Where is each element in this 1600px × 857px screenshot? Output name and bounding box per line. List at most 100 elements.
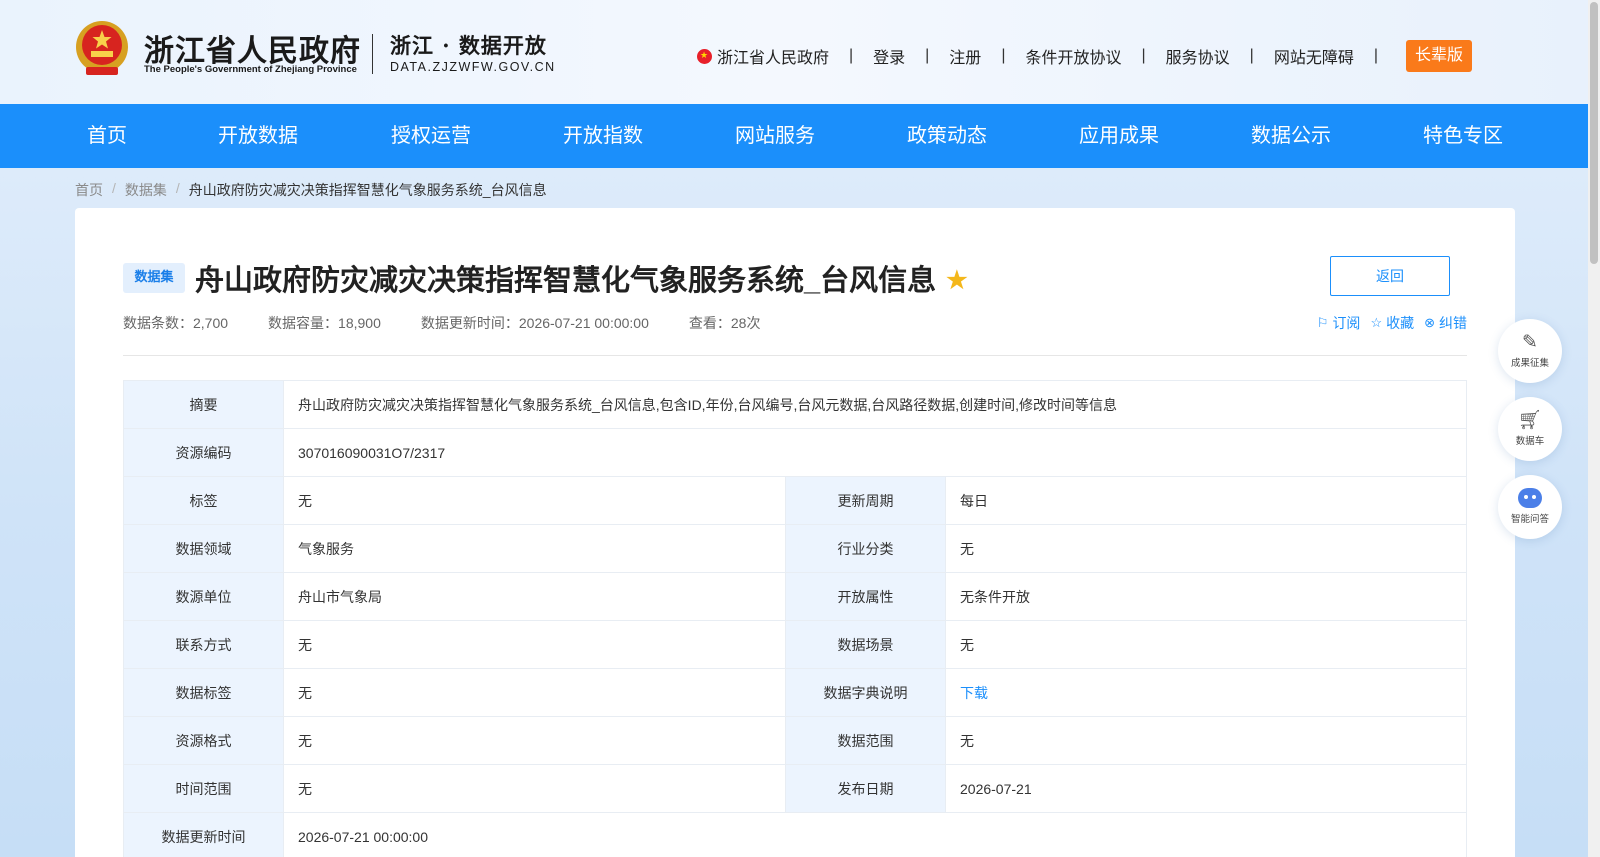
resource-code-label: 资源编码 (123, 428, 284, 477)
table-row: 时间范围 无 发布日期 2026-07-21 (123, 764, 1467, 813)
meta-update-time: 数据更新时间：2026-07-21 00:00:00 (420, 315, 649, 331)
register-link[interactable]: 注册 (949, 44, 981, 68)
table-row: 资源编码 307016090031O7/2317 (123, 428, 1467, 477)
smart-qa-label: 智能问答 (1510, 514, 1549, 525)
meta-record-count: 数据条数：2,700 (123, 315, 229, 331)
dataset-actions: ⚐ 订阅 ☆ 收藏 ⊗ 纠错 (1307, 313, 1467, 333)
nav-item-data-publicity[interactable]: 数据公示 (1251, 104, 1331, 168)
subscribe-label: 订阅 (1332, 315, 1361, 331)
table-row: 标签 无 更新周期 每日 (123, 476, 1467, 525)
separator: | (925, 47, 930, 64)
breadcrumb-home[interactable]: 首页 (75, 180, 103, 200)
meta-view-count: 查看：28次 (688, 315, 761, 331)
publish-date-value: 2026-07-21 (945, 764, 1467, 813)
dataset-info-table: 摘要 舟山政府防灾减灾决策指挥智慧化气象服务系统_台风信息,包含ID,年份,台风… (123, 380, 1467, 857)
resource-format-value: 无 (283, 716, 786, 765)
nav-item-policy-news[interactable]: 政策动态 (907, 104, 987, 168)
smart-qa-button[interactable]: 智能问答 (1498, 475, 1562, 539)
data-tag-label: 数据标签 (123, 668, 284, 717)
bookmark-icon: ⚐ (1316, 315, 1329, 330)
table-row: 联系方式 无 数据场景 无 (123, 620, 1467, 669)
accessibility-link[interactable]: 网站无障碍 (1274, 44, 1354, 68)
nav-item-open-index[interactable]: 开放指数 (563, 104, 643, 168)
achievement-collect-button[interactable]: ✎ 成果征集 (1498, 319, 1562, 383)
achievement-collect-label: 成果征集 (1510, 358, 1549, 369)
source-unit-label: 数源单位 (123, 572, 284, 621)
report-error-label: 纠错 (1439, 315, 1467, 331)
star-outline-icon: ☆ (1370, 315, 1383, 330)
breadcrumb-separator: / (112, 180, 116, 196)
table-row: 数据标签 无 数据字典说明 下载 (123, 668, 1467, 717)
page-title: 舟山政府防灾减灾决策指挥智慧化气象服务系统_台风信息 ★ (195, 257, 968, 299)
nav-item-applications[interactable]: 应用成果 (1079, 104, 1159, 168)
robot-icon (1498, 486, 1562, 510)
login-link[interactable]: 登录 (873, 44, 905, 68)
data-range-value: 无 (945, 716, 1467, 765)
data-domain-label: 数据领域 (123, 524, 284, 573)
section-divider (123, 355, 1467, 356)
breadcrumb: 首页 / 数据集 / 舟山政府防灾减灾决策指挥智慧化气象服务系统_台风信息 (75, 180, 547, 200)
time-range-value: 无 (283, 764, 786, 813)
data-range-label: 数据范围 (785, 716, 946, 765)
update-cycle-label: 更新周期 (785, 476, 946, 525)
dictionary-download-link[interactable]: 下载 (960, 685, 988, 701)
source-unit-value: 舟山市气象局 (283, 572, 786, 621)
meta-data-volume: 数据容量：18,900 (268, 315, 381, 331)
contact-label: 联系方式 (123, 620, 284, 669)
nav-item-home[interactable]: 首页 (87, 104, 127, 168)
update-cycle-value: 每日 (945, 476, 1467, 525)
back-button[interactable]: 返回 (1330, 256, 1450, 296)
nav-item-featured-zone[interactable]: 特色专区 (1423, 104, 1503, 168)
tag-label: 标签 (123, 476, 284, 525)
cart-icon: 🛒︎ (1517, 409, 1543, 431)
data-scenario-value: 无 (945, 620, 1467, 669)
site-logo-subtitle: The People's Government of Zhejiang Prov… (144, 64, 357, 75)
page-scrollbar[interactable] (1588, 0, 1600, 857)
data-cart-label: 数据车 (1515, 436, 1545, 447)
breadcrumb-dataset[interactable]: 数据集 (125, 180, 167, 200)
table-row: 数源单位 舟山市气象局 开放属性 无条件开放 (123, 572, 1467, 621)
edit-document-icon: ✎ (1522, 331, 1538, 353)
data-scenario-label: 数据场景 (785, 620, 946, 669)
elder-mode-button[interactable]: 长辈版 (1405, 40, 1472, 72)
table-row: 摘要 舟山政府防灾减灾决策指挥智慧化气象服务系统_台风信息,包含ID,年份,台风… (123, 380, 1467, 429)
favorite-label: 收藏 (1386, 315, 1415, 331)
service-agreement-link[interactable]: 服务协议 (1166, 44, 1230, 68)
gov-link[interactable]: 浙江省人民政府 (696, 44, 829, 68)
publish-date-label: 发布日期 (785, 764, 946, 813)
separator: | (1001, 47, 1006, 64)
favorite-button[interactable]: ☆ 收藏 (1370, 313, 1414, 333)
resource-format-label: 资源格式 (123, 716, 284, 765)
nav-item-open-data[interactable]: 开放数据 (218, 104, 298, 168)
summary-label: 摘要 (123, 380, 284, 429)
open-attribute-label: 开放属性 (785, 572, 946, 621)
data-domain-value: 气象服务 (283, 524, 786, 573)
open-attribute-value: 无条件开放 (945, 572, 1467, 621)
report-error-button[interactable]: ⊗ 纠错 (1424, 313, 1467, 333)
breadcrumb-separator: / (175, 180, 180, 196)
breadcrumb-current: 舟山政府防灾减灾决策指挥智慧化气象服务系统_台风信息 (188, 182, 547, 198)
star-icon: ★ (946, 267, 968, 294)
table-row: 数据领域 气象服务 行业分类 无 (123, 524, 1467, 573)
dictionary-value: 下载 (945, 668, 1467, 717)
update-time-label: 数据更新时间 (123, 812, 284, 857)
contact-value: 无 (283, 620, 786, 669)
scrollbar-thumb[interactable] (1590, 2, 1598, 264)
nav-item-authorized-operation[interactable]: 授权运营 (391, 104, 471, 168)
separator: | (1373, 47, 1378, 64)
location-pin-icon (696, 48, 712, 64)
industry-label: 行业分类 (785, 524, 946, 573)
time-range-label: 时间范围 (123, 764, 284, 813)
dataset-meta: 数据条数：2,700 数据容量：18,900 数据更新时间：2026-07-21… (123, 313, 800, 333)
subscribe-button[interactable]: ⚐ 订阅 (1317, 313, 1361, 333)
table-row: 数据更新时间 2026-07-21 00:00:00 (123, 812, 1467, 857)
separator: | (1249, 47, 1254, 64)
update-time-value: 2026-07-21 00:00:00 (283, 812, 1467, 857)
dataset-title: 舟山政府防灾减灾决策指挥智慧化气象服务系统_台风信息 (195, 265, 937, 297)
separator: | (848, 47, 854, 64)
dataset-type-badge: 数据集 (123, 263, 185, 293)
nav-item-site-services[interactable]: 网站服务 (735, 104, 815, 168)
portal-title: 浙江 · 数据开放 (390, 33, 547, 58)
data-cart-button[interactable]: 🛒︎ 数据车 (1498, 397, 1562, 461)
conditional-agreement-link[interactable]: 条件开放协议 (1025, 44, 1121, 68)
